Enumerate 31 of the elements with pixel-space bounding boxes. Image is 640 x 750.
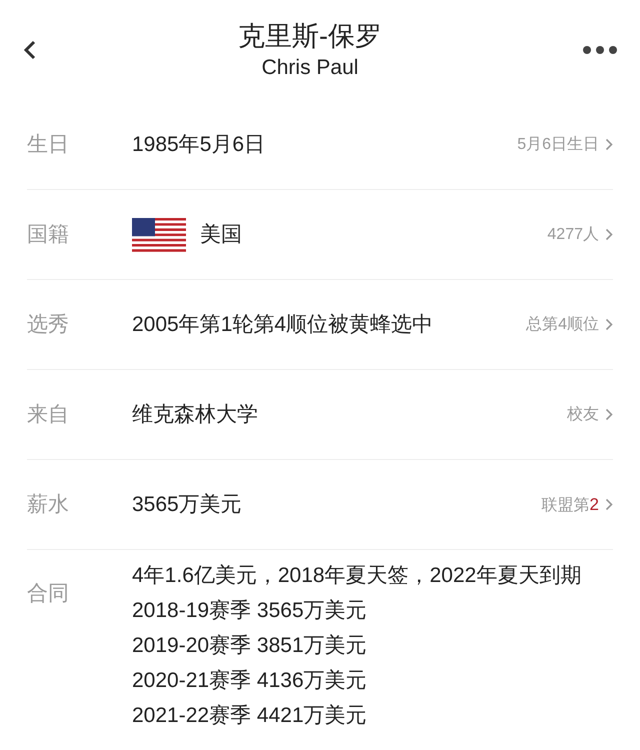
field-label: 国籍 xyxy=(27,222,70,248)
page-title: 克里斯-保罗 xyxy=(238,20,382,53)
chevron-right-icon xyxy=(605,228,613,241)
detail-link[interactable]: 5月6日生日 xyxy=(517,132,613,156)
chevron-right-icon xyxy=(605,138,613,151)
field-value: 1985年5月6日 xyxy=(132,132,266,158)
flag-icon xyxy=(132,218,186,252)
contract-line: 2019-20赛季 3851万美元 xyxy=(132,633,368,659)
detail-link[interactable]: 联盟第2 xyxy=(542,492,613,518)
chevron-right-icon xyxy=(605,498,613,511)
contract-line: 2020-21赛季 4136万美元 xyxy=(132,668,368,694)
back-icon[interactable] xyxy=(22,39,38,61)
contract-line: 2021-22赛季 4421万美元 xyxy=(132,703,368,729)
detail-link[interactable]: 总第4顺位 xyxy=(526,312,613,336)
chevron-right-icon xyxy=(605,408,613,421)
field-value: 3565万美元 xyxy=(132,492,242,518)
page-subtitle: Chris Paul xyxy=(262,55,358,81)
field-label: 生日 xyxy=(27,132,70,158)
field-label: 薪水 xyxy=(27,492,70,518)
field-label: 合同 xyxy=(27,581,70,607)
detail-link[interactable]: 校友 xyxy=(567,402,613,426)
more-icon[interactable] xyxy=(582,45,618,55)
chevron-right-icon xyxy=(605,318,613,331)
field-value: 美国 xyxy=(200,222,242,248)
contract-line: 4年1.6亿美元，2018年夏天签，2022年夏天到期 xyxy=(132,563,582,589)
field-value: 维克森林大学 xyxy=(132,402,258,428)
field-label: 选秀 xyxy=(27,312,70,338)
detail-link[interactable]: 4277人 xyxy=(547,222,613,246)
field-label: 来自 xyxy=(27,402,70,428)
contract-line: 2018-19赛季 3565万美元 xyxy=(132,598,368,624)
field-value: 2005年第1轮第4顺位被黄蜂选中 xyxy=(132,312,434,338)
